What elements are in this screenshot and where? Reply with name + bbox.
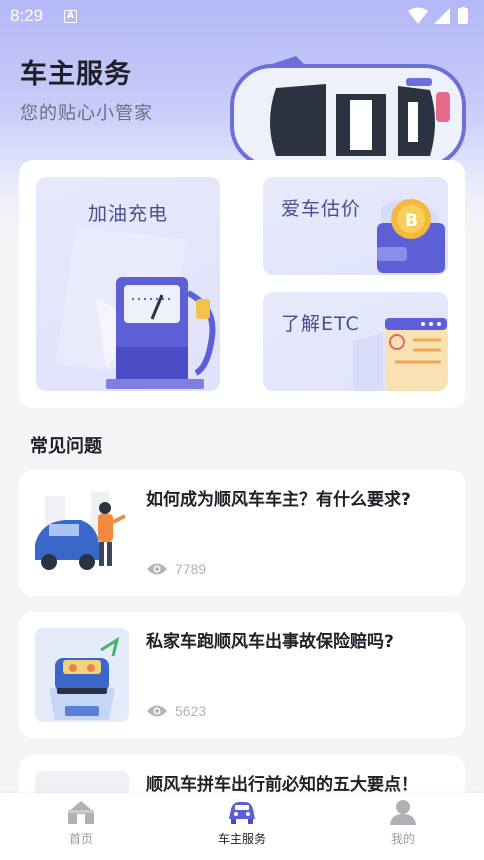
etc-info-tile[interactable]: 了解ETC — [263, 292, 448, 391]
document-icon — [353, 318, 447, 391]
nav-home-label: 首页 — [68, 832, 93, 846]
car-valuation-label: 爱车估价 — [281, 198, 362, 220]
wallet-coin-icon: B — [377, 199, 445, 275]
faq-views: 7789 — [146, 559, 206, 579]
status-icons — [408, 7, 468, 24]
status-time: 8:29 — [10, 6, 44, 25]
faq-view-count: 5623 — [175, 703, 207, 719]
nav-home[interactable]: 首页 — [31, 799, 131, 855]
faq-thumbnail — [35, 486, 129, 580]
nav-profile[interactable]: 我的 — [353, 799, 453, 855]
nav-car-service-label: 车主服务 — [217, 832, 266, 846]
car-illustration — [230, 56, 466, 162]
faq-title: 私家车跑顺风车出事故保险赔吗? — [146, 632, 394, 652]
signal-icon — [434, 8, 450, 24]
eye-icon — [147, 563, 167, 575]
faq-thumbnail — [35, 628, 129, 722]
wifi-icon — [408, 7, 428, 24]
page-title: 车主服务 — [20, 59, 132, 90]
etc-info-label: 了解ETC — [281, 313, 360, 335]
faq-title: 如何成为顺风车车主？有什么要求? — [146, 490, 411, 510]
notification-icon: A — [64, 10, 77, 23]
faq-item[interactable]: 私家车跑顺风车出事故保险赔吗? 5623 — [19, 612, 465, 738]
status-bar: 8:29 A — [0, 0, 484, 32]
fuel-charge-label: 加油充电 — [88, 203, 169, 225]
nav-car-service[interactable]: 车主服务 — [192, 799, 292, 855]
nav-profile-label: 我的 — [390, 832, 415, 846]
battery-icon — [458, 8, 468, 24]
faq-views: 5623 — [146, 701, 206, 721]
eye-icon — [147, 705, 167, 717]
profile-icon — [390, 800, 416, 825]
svg-text:B: B — [405, 211, 418, 231]
car-icon — [229, 802, 255, 824]
services-card: 加油充电 B 爱车估价 了解ETC — [19, 160, 465, 408]
home-icon — [68, 801, 94, 824]
car-valuation-tile[interactable]: B 爱车估价 — [263, 177, 448, 275]
faq-section-title: 常见问题 — [30, 436, 102, 457]
car-owner-illustration — [35, 486, 129, 580]
fuel-charge-tile[interactable]: 加油充电 — [36, 177, 220, 391]
page-subtitle: 您的贴心小管家 — [20, 103, 153, 124]
bottom-navigation: 首页 车主服务 我的 — [0, 793, 484, 860]
carpool-illustration — [35, 628, 129, 722]
faq-item[interactable]: 如何成为顺风车车主？有什么要求? 7789 — [19, 470, 465, 596]
faq-view-count: 7789 — [175, 561, 207, 577]
